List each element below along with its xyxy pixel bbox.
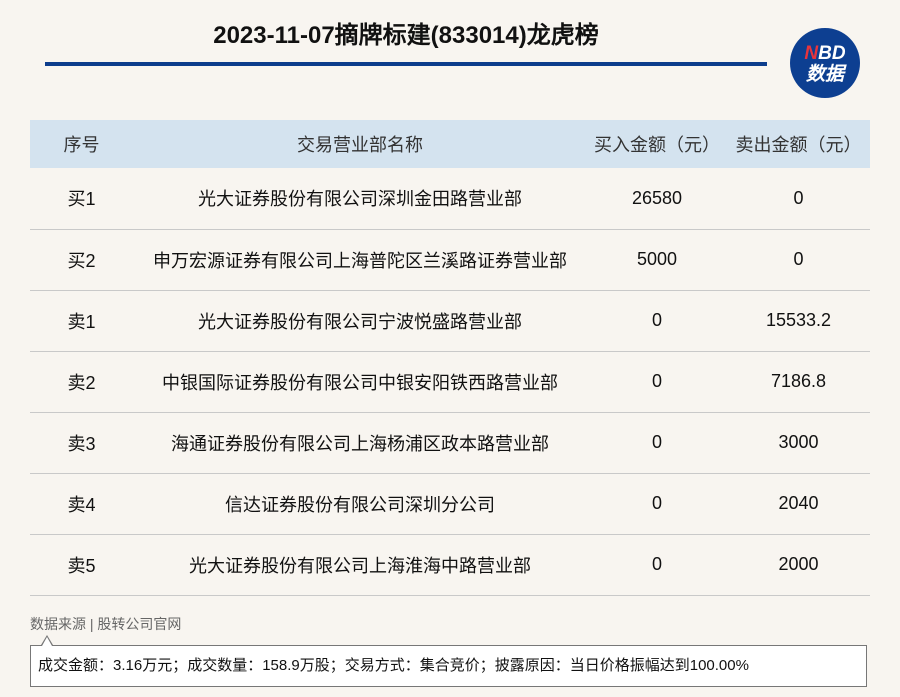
note-pointer-fill — [42, 637, 52, 646]
logo-n: N — [804, 43, 819, 64]
cell-name: 光大证券股份有限公司深圳金田路营业部 — [198, 189, 522, 210]
cell-buy: 0 — [651, 493, 662, 513]
header-buy: 买入金额（元） — [594, 135, 720, 155]
header-name: 交易营业部名称 — [297, 135, 423, 155]
cell-buy: 0 — [651, 554, 662, 574]
page-title: 2023-11-07摘牌标建(833014)龙虎榜 — [213, 22, 599, 49]
table-row: 买1 光大证券股份有限公司深圳金田路营业部 26580 0 — [30, 168, 870, 229]
table-row: 卖4 信达证券股份有限公司深圳分公司 0 2040 — [30, 473, 870, 534]
table-row: 卖3 海通证券股份有限公司上海杨浦区政本路营业部 0 3000 — [30, 412, 870, 473]
cell-buy: 5000 — [636, 249, 678, 269]
table-row: 买2 申万宏源证券有限公司上海普陀区兰溪路证券营业部 5000 0 — [30, 229, 870, 290]
cell-buy: 0 — [651, 310, 662, 330]
cell-name: 信达证券股份有限公司深圳分公司 — [225, 494, 495, 515]
cell-name: 海通证券股份有限公司上海杨浦区政本路营业部 — [171, 433, 549, 454]
cell-sell: 2040 — [778, 493, 819, 513]
header-sell: 卖出金额（元） — [735, 135, 862, 155]
dragon-tiger-table: 序号 交易营业部名称 买入金额（元） 卖出金额（元） 买1 光大证券股份有限公司… — [30, 120, 870, 596]
header-seq: 序号 — [63, 135, 100, 155]
cell-seq: 卖5 — [67, 555, 96, 576]
cell-seq: 卖2 — [67, 372, 96, 393]
cell-seq: 卖4 — [67, 494, 96, 515]
logo-line-1: NBD — [804, 44, 845, 63]
cell-seq: 卖3 — [67, 433, 96, 454]
cell-sell: 2000 — [778, 554, 819, 574]
logo-line-2: 数据 — [805, 64, 844, 85]
trade-summary-note: 成交金额：3.16万元；成交数量：158.9万股；交易方式：集合竞价；披露原因：… — [30, 645, 867, 687]
cell-sell: 0 — [793, 187, 804, 208]
cell-sell: 3000 — [778, 432, 819, 452]
cell-seq: 买1 — [67, 189, 96, 210]
cell-sell: 7186.8 — [770, 371, 827, 391]
nbd-logo: NBD 数据 — [790, 28, 860, 98]
title-underline — [45, 62, 767, 66]
cell-sell: 0 — [793, 249, 804, 269]
cell-name: 光大证券股份有限公司上海淮海中路营业部 — [189, 555, 531, 576]
table-header-row: 序号 交易营业部名称 买入金额（元） 卖出金额（元） — [30, 120, 870, 168]
cell-seq: 买2 — [67, 250, 96, 271]
data-source: 数据来源 | 股转公司官网 — [30, 616, 182, 632]
table-row: 卖5 光大证券股份有限公司上海淮海中路营业部 0 2000 — [30, 534, 870, 595]
cell-buy: 26580 — [631, 187, 683, 208]
logo-bd: BD — [818, 43, 846, 64]
cell-seq: 卖1 — [67, 311, 96, 332]
cell-buy: 0 — [651, 432, 662, 452]
table-row: 卖1 光大证券股份有限公司宁波悦盛路营业部 0 15533.2 — [30, 290, 870, 351]
cell-name: 申万宏源证券有限公司上海普陀区兰溪路证券营业部 — [153, 250, 567, 271]
cell-buy: 0 — [651, 371, 662, 391]
cell-name: 中银国际证券股份有限公司中银安阳铁西路营业部 — [162, 372, 558, 393]
table-row: 卖2 中银国际证券股份有限公司中银安阳铁西路营业部 0 7186.8 — [30, 351, 870, 412]
cell-name: 光大证券股份有限公司宁波悦盛路营业部 — [198, 311, 522, 332]
cell-sell: 15533.2 — [765, 310, 832, 330]
